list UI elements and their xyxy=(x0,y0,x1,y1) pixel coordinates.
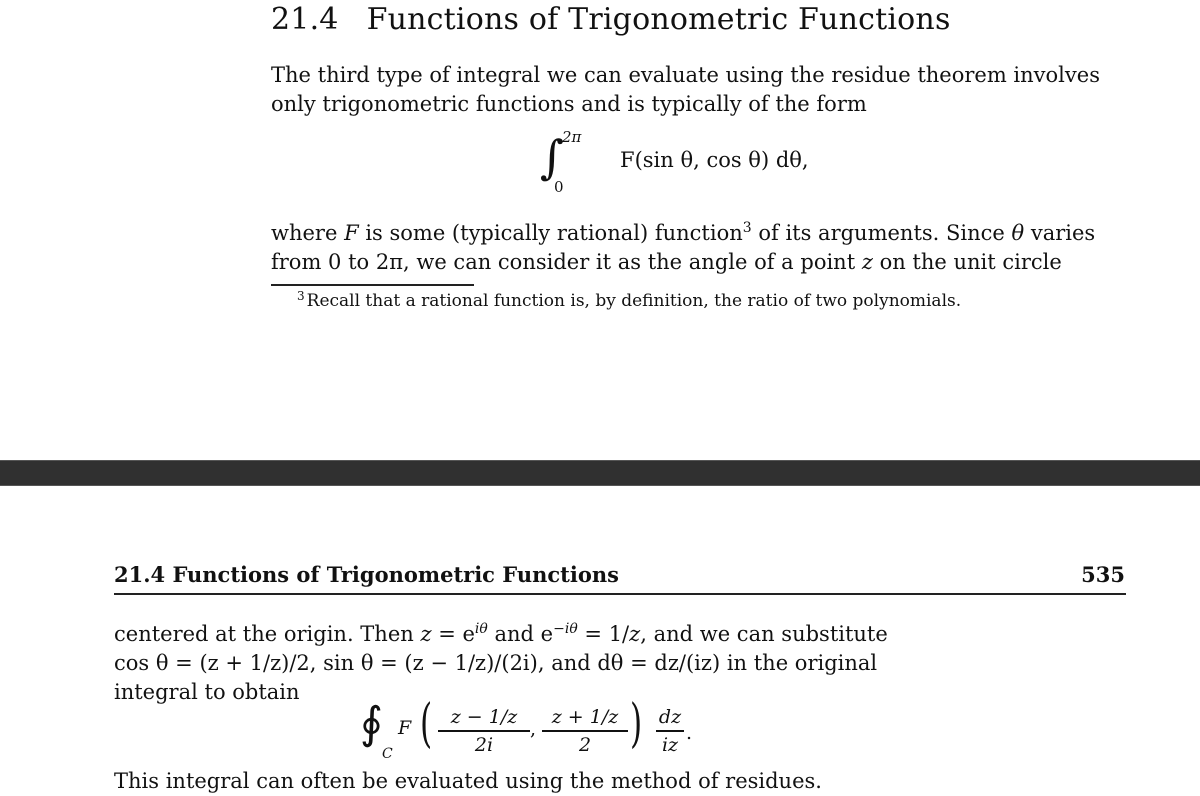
comma: , xyxy=(530,718,537,740)
denominator: 2i xyxy=(474,733,494,756)
footnote: 3 Recall that a rational function is, by … xyxy=(297,289,961,311)
paragraph-conclusion: This integral can often be evaluated usi… xyxy=(114,769,822,793)
top-page: 21.4 Functions of Trigonometric Functions… xyxy=(0,0,1200,460)
math-var: z xyxy=(420,622,432,646)
paragraph-intro: The third type of integral we can evalua… xyxy=(271,61,1100,119)
text: centered at the origin. Then xyxy=(114,622,421,646)
math-var: z xyxy=(629,622,641,646)
paragraph-line: from 0 to 2π, we can consider it as the … xyxy=(271,248,1095,277)
numerator: dz xyxy=(658,706,682,728)
paragraph-line: only trigonometric functions and is typi… xyxy=(271,92,867,116)
right-paren-icon: ) xyxy=(630,694,643,754)
section-title: 21.4 Functions of Trigonometric Functions xyxy=(271,2,951,37)
page-separator xyxy=(0,460,1200,486)
denominator: 2 xyxy=(578,733,592,756)
header-rule xyxy=(114,593,1126,595)
footnote-number: 3 xyxy=(297,289,305,303)
paragraph-substitution: centered at the origin. Then z = eiθ and… xyxy=(114,615,888,707)
text: is some (typically rational) function xyxy=(358,221,743,245)
footnote-rule xyxy=(271,284,474,286)
text: where xyxy=(271,221,345,245)
fraction-bar xyxy=(656,730,684,732)
text: on the unit circle xyxy=(872,250,1062,274)
paragraph-explanation: where F is some (typically rational) fun… xyxy=(271,214,1095,277)
footnote-text: Recall that a rational function is, by d… xyxy=(306,291,962,311)
paragraph-line: centered at the origin. Then z = eiθ and… xyxy=(114,615,888,649)
exponent: −iθ xyxy=(553,621,578,637)
fraction-sin: z − 1/z 2i xyxy=(438,706,530,756)
text: , and we can substitute xyxy=(640,622,888,646)
math-var: θ xyxy=(1011,221,1025,245)
text: = e xyxy=(431,622,475,646)
section-number: 21.4 xyxy=(271,2,339,37)
integral-sign-icon: ∫ xyxy=(540,130,564,184)
text: from 0 to 2π, we can consider it as the … xyxy=(271,250,862,274)
numerator: z − 1/z xyxy=(450,706,518,728)
fraction-bar xyxy=(438,730,530,732)
contour-label: C xyxy=(382,746,393,762)
paragraph-line: integral to obtain xyxy=(114,680,300,704)
exponent: iθ xyxy=(474,621,488,637)
paragraph-line: where F is some (typically rational) fun… xyxy=(271,214,1095,248)
running-head: 21.4 Functions of Trigonometric Function… xyxy=(114,562,619,587)
lower-limit: 0 xyxy=(554,178,564,196)
denominator: iz xyxy=(661,733,679,756)
section-title-text: Functions of Trigonometric Functions xyxy=(366,2,951,37)
contour-integral-icon: ∮ xyxy=(360,698,383,749)
fraction-bar xyxy=(542,730,628,732)
function-name: F xyxy=(398,717,412,739)
math-var: F xyxy=(344,221,359,245)
upper-limit: 2π xyxy=(562,128,582,146)
period: . xyxy=(686,722,693,744)
numerator: z + 1/z xyxy=(551,706,619,728)
text: varies xyxy=(1024,221,1096,245)
left-paren-icon: ( xyxy=(420,694,433,754)
paragraph-line: cos θ = (z + 1/z)/2, sin θ = (z − 1/z)/(… xyxy=(114,651,878,675)
integrand: F(sin θ, cos θ) dθ, xyxy=(620,148,809,172)
math-var: z xyxy=(861,250,873,274)
text: of its arguments. Since xyxy=(751,221,1012,245)
text: and e xyxy=(487,622,554,646)
fraction-differential: dz iz xyxy=(656,706,684,756)
fraction-cos: z + 1/z 2 xyxy=(542,706,628,756)
page-number: 535 xyxy=(1081,562,1125,587)
footnote-marker[interactable]: 3 xyxy=(743,220,752,236)
text: = 1/ xyxy=(577,622,630,646)
paragraph-line: The third type of integral we can evalua… xyxy=(271,63,1100,87)
